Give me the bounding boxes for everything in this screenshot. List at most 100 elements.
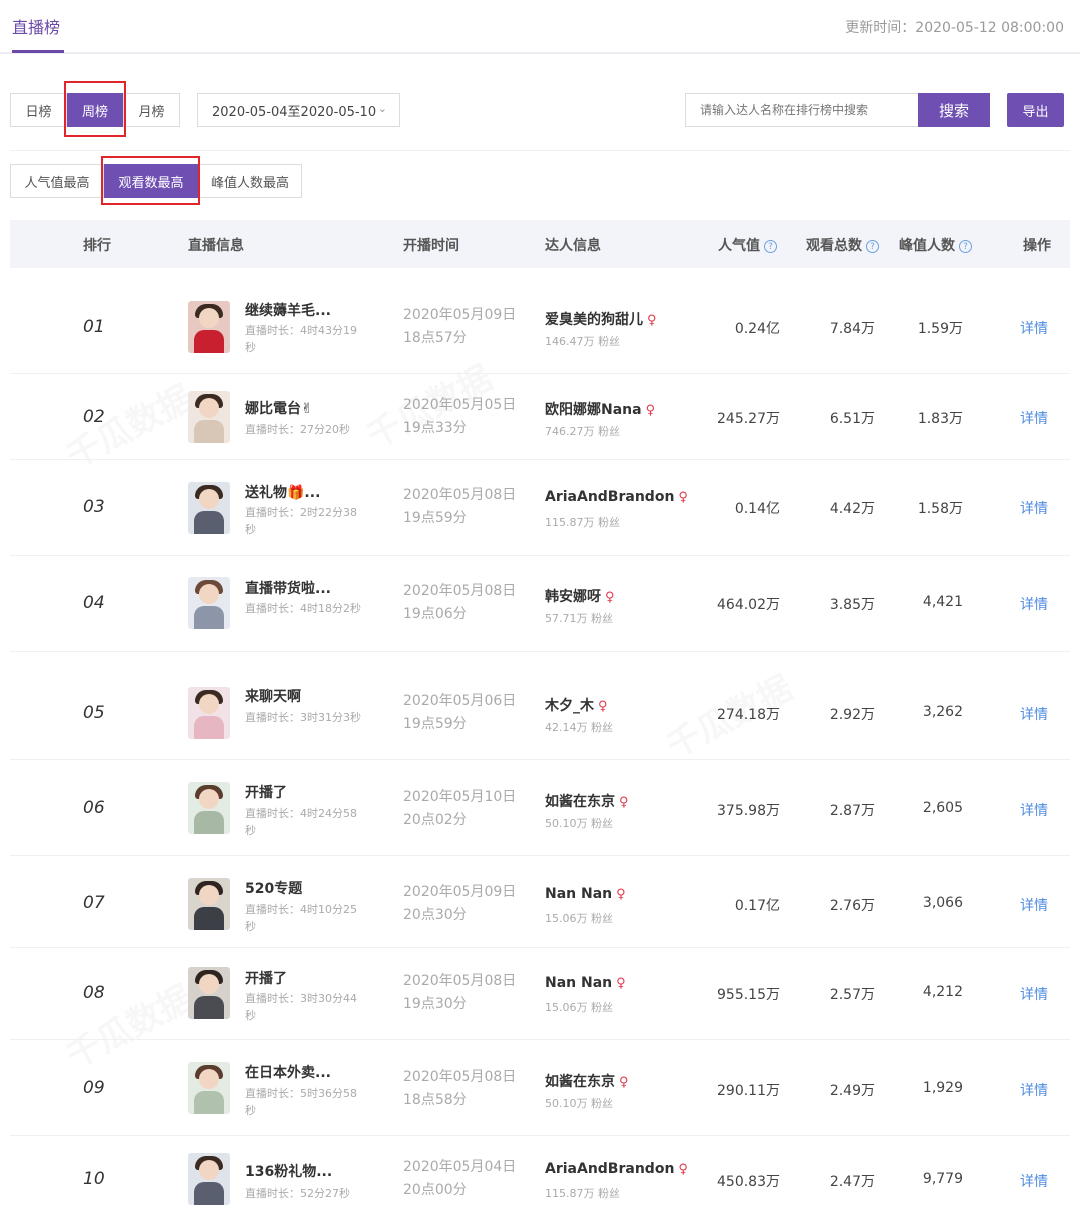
detail-link[interactable]: 详情 [1020, 594, 1048, 614]
period-day-button[interactable]: 日榜 [10, 93, 67, 127]
col-start-time: 开播时间 [403, 238, 459, 254]
live-title[interactable]: 在日本外卖... [245, 1062, 331, 1082]
views-value: 2.76万 [829, 898, 875, 914]
active-tab-underline [12, 50, 64, 53]
popularity-value: 290.11万 [717, 1083, 780, 1099]
kol-name[interactable]: 木夕_木 ♀ [545, 695, 608, 715]
avatar[interactable] [188, 301, 230, 353]
peak-value: 9,779 [922, 1171, 963, 1187]
sort-popularity-button[interactable]: 人气值最高 [10, 164, 104, 198]
table-row: 01 继续薅羊毛... 直播时长：4时43分19秒 2020年05月09日 18点… [10, 268, 1070, 374]
start-time: 2020年05月04日 20点00分 [403, 1156, 516, 1202]
kol-name[interactable]: 如酱在东京 ♀ [545, 791, 629, 811]
popularity-value: 955.15万 [717, 987, 780, 1003]
date-range-select[interactable]: 2020-05-04至2020-05-10 ⌄ [197, 93, 400, 127]
views-value: 2.57万 [829, 987, 875, 1003]
live-duration: 直播时长：3时31分3秒 [245, 711, 361, 724]
detail-link[interactable]: 详情 [1020, 895, 1048, 915]
avatar[interactable] [188, 687, 230, 739]
female-icon: ♀ [645, 403, 656, 418]
avatar[interactable] [188, 782, 230, 834]
kol-fans: 115.87万 粉丝 [545, 1187, 620, 1200]
avatar[interactable] [188, 577, 230, 629]
kol-name[interactable]: AriaAndBrandon ♀ [545, 1161, 688, 1177]
period-month-button[interactable]: 月榜 [123, 93, 180, 127]
detail-link[interactable]: 详情 [1020, 1080, 1048, 1100]
live-title[interactable]: 继续薅羊毛... [245, 300, 331, 320]
start-clock: 19点33分 [403, 420, 467, 436]
rank-number: 02 [83, 407, 105, 427]
views-value: 2.47万 [829, 1174, 875, 1190]
avatar[interactable] [188, 1153, 230, 1205]
sort-peak-button[interactable]: 峰值人数最高 [198, 164, 302, 198]
help-icon[interactable]: ? [764, 240, 777, 253]
rank-number: 06 [83, 798, 105, 818]
kol-name-text: Nan Nan [545, 975, 613, 991]
avatar[interactable] [188, 482, 230, 534]
kol-name[interactable]: Nan Nan ♀ [545, 886, 626, 902]
rank-number: 01 [83, 317, 105, 337]
live-duration: 直播时长：2时22分38秒 [245, 506, 357, 536]
kol-name[interactable]: 如酱在东京 ♀ [545, 1071, 629, 1091]
tab-live-ranking[interactable]: 直播榜 [12, 14, 60, 38]
detail-link[interactable]: 详情 [1020, 800, 1048, 820]
kol-name[interactable]: AriaAndBrandon ♀ [545, 489, 688, 505]
kol-fans: 146.47万 粉丝 [545, 335, 620, 348]
live-duration: 直播时长：4时43分19秒 [245, 324, 357, 354]
live-title[interactable]: 136粉礼物... [245, 1161, 332, 1181]
kol-name[interactable]: Nan Nan ♀ [545, 975, 626, 991]
detail-link[interactable]: 详情 [1020, 498, 1048, 518]
kol-fans: 42.14万 粉丝 [545, 721, 613, 734]
kol-name-text: 如酱在东京 [545, 794, 615, 810]
rank-number: 09 [83, 1078, 105, 1098]
col-peak-label: 峰值人数 [899, 238, 955, 254]
popularity-value: 245.27万 [717, 411, 780, 427]
table-row: 07 520专题 直播时长：4时10分25秒 2020年05月09日 20点30分… [10, 856, 1070, 948]
live-title[interactable]: 开播了 [245, 782, 287, 802]
start-date: 2020年05月09日 [403, 884, 517, 900]
col-live-info: 直播信息 [188, 238, 244, 254]
top-bar: 直播榜 更新时间：2020-05-12 08:00:00 [0, 0, 1080, 54]
detail-link[interactable]: 详情 [1020, 318, 1048, 338]
start-clock: 18点58分 [403, 1092, 467, 1108]
detail-link[interactable]: 详情 [1020, 1171, 1048, 1191]
live-title[interactable]: 娜比電台✌ [245, 398, 313, 418]
start-time: 2020年05月06日 19点59分 [403, 690, 516, 736]
avatar[interactable] [188, 878, 230, 930]
help-icon[interactable]: ? [959, 240, 972, 253]
table-row: 05 来聊天啊 直播时长：3时31分3秒 2020年05月06日 19点59分 木… [10, 652, 1070, 760]
search-button[interactable]: 搜索 [918, 93, 990, 127]
live-title[interactable]: 送礼物🎁... [245, 482, 320, 502]
live-title[interactable]: 520专题 [245, 878, 302, 898]
detail-link[interactable]: 详情 [1020, 984, 1048, 1004]
start-date: 2020年05月08日 [403, 583, 517, 599]
start-date: 2020年05月08日 [403, 1069, 517, 1085]
detail-link[interactable]: 详情 [1020, 704, 1048, 724]
start-clock: 19点30分 [403, 996, 467, 1012]
export-button[interactable]: 导出 [1007, 93, 1064, 127]
col-views: 观看总数? [806, 235, 879, 255]
live-title[interactable]: 开播了 [245, 968, 287, 988]
avatar[interactable] [188, 1062, 230, 1114]
avatar[interactable] [188, 391, 230, 443]
update-time: 更新时间：2020-05-12 08:00:00 [845, 17, 1064, 37]
start-date: 2020年05月05日 [403, 397, 517, 413]
female-icon: ♀ [598, 699, 608, 714]
detail-link[interactable]: 详情 [1020, 408, 1048, 428]
live-title[interactable]: 来聊天啊 [245, 686, 301, 706]
avatar[interactable] [188, 967, 230, 1019]
search-input[interactable] [685, 93, 919, 127]
table-row: 02 娜比電台✌ 直播时长：27分20秒 2020年05月05日 19点33分 欧… [10, 374, 1070, 460]
kol-name[interactable]: 欧阳娜娜Nana ♀ [545, 399, 655, 419]
kol-name[interactable]: 爱臭美的狗甜儿 ♀ [545, 309, 657, 329]
views-value: 2.49万 [829, 1083, 875, 1099]
kol-fans: 50.10万 粉丝 [545, 817, 613, 830]
kol-fans: 746.27万 粉丝 [545, 425, 620, 438]
live-title[interactable]: 直播带货啦... [245, 578, 331, 598]
live-duration: 直播时长：27分20秒 [245, 423, 350, 436]
col-kol-info: 达人信息 [545, 238, 601, 254]
live-duration: 直播时长：52分27秒 [245, 1187, 350, 1200]
kol-name[interactable]: 韩安娜呀 ♀ [545, 586, 615, 606]
rank-number: 08 [83, 983, 105, 1003]
help-icon[interactable]: ? [866, 240, 879, 253]
